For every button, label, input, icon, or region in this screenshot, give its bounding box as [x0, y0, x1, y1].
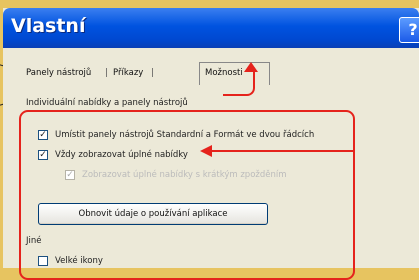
annotation-arrow-up	[244, 62, 258, 72]
tab-commands[interactable]: Příkazy	[113, 68, 143, 78]
tab-separator: |	[151, 68, 155, 78]
tab-separator: |	[105, 68, 109, 78]
section-label-personal: Individuální nabídky a panely nástrojů	[26, 98, 188, 108]
tab-toolbars[interactable]: Panely nástrojů	[26, 68, 91, 78]
annotation-frame	[19, 110, 355, 280]
annotation-tab-callout	[223, 68, 255, 96]
dialog-title: Vlastní	[11, 15, 86, 37]
annotation-arrow-left	[200, 145, 212, 157]
help-button[interactable]: ?	[399, 17, 419, 43]
annotation-arrow-line	[211, 150, 355, 152]
title-bar: Vlastní ?	[3, 8, 419, 48]
